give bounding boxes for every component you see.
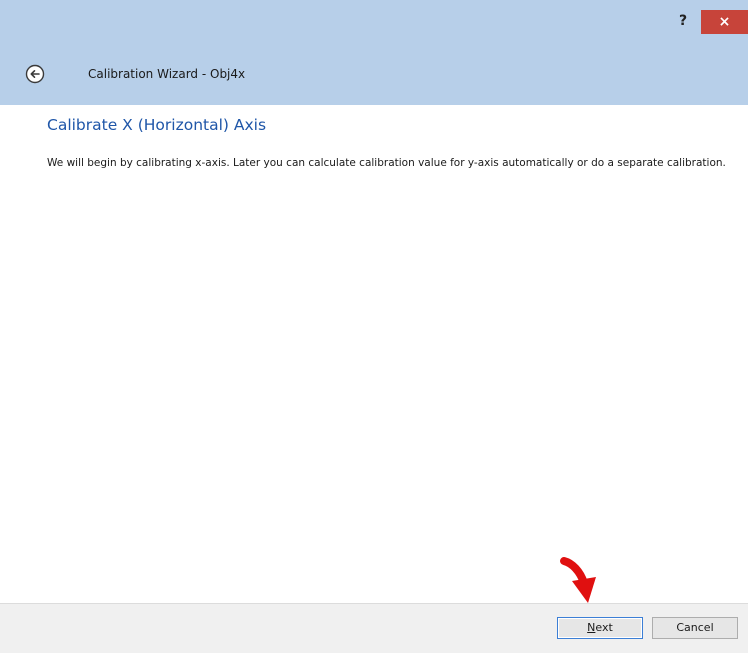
cancel-button[interactable]: Cancel xyxy=(652,617,738,639)
page-heading: Calibrate X (Horizontal) Axis xyxy=(47,116,267,134)
back-button[interactable] xyxy=(25,64,45,84)
back-arrow-circle-icon xyxy=(25,64,45,84)
help-button[interactable]: ? xyxy=(668,10,698,32)
annotation-arrow xyxy=(556,555,606,610)
wizard-window: ? × Calibration Wizard - Obj4x Calibrate… xyxy=(0,0,748,653)
next-button[interactable]: Next xyxy=(557,617,643,639)
wizard-content xyxy=(0,105,748,603)
title-bar xyxy=(0,0,748,105)
window-title: Calibration Wizard - Obj4x xyxy=(88,67,246,81)
next-label: ext xyxy=(595,621,613,634)
red-arrow-pointer-icon xyxy=(560,557,596,603)
page-description: We will begin by calibrating x-axis. Lat… xyxy=(47,157,726,169)
close-button[interactable]: × xyxy=(701,10,748,34)
